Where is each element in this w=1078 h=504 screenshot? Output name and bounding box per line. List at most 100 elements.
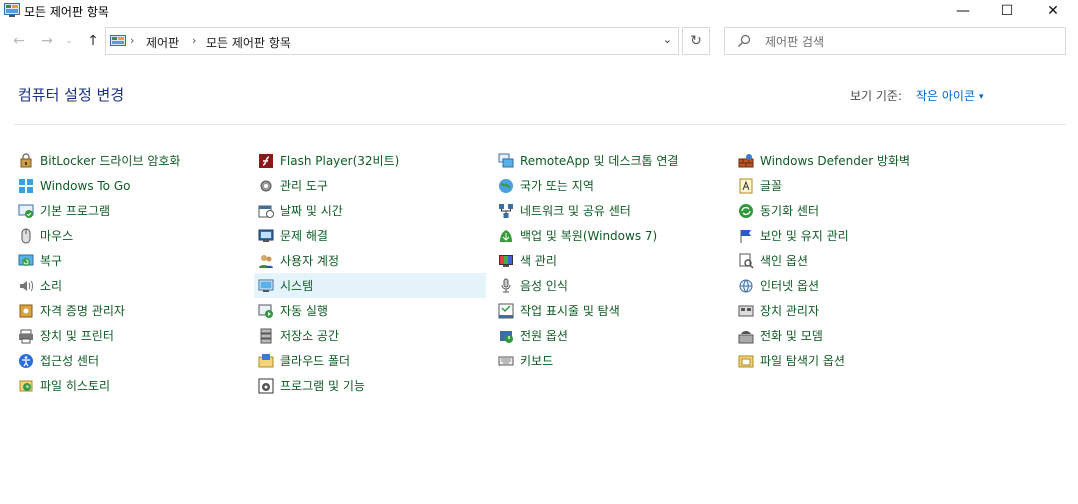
autoplay-icon: [257, 302, 275, 320]
security-maintenance-icon: [737, 227, 755, 245]
refresh-button[interactable]: ↻: [682, 27, 710, 55]
control-panel-item[interactable]: 장치 관리자: [734, 298, 966, 323]
control-panel-item[interactable]: Flash Player(32비트): [254, 148, 486, 173]
bitlocker-icon: [17, 152, 35, 170]
items-column-1: BitLocker 드라이브 암호화 Windows To Go 기본 프로그램 마우…: [14, 148, 246, 398]
speech-recognition-icon: [497, 277, 515, 295]
recent-locations-button[interactable]: ⌄: [64, 32, 74, 50]
control-panel-item-label: 전원 옵션: [520, 329, 568, 343]
region-icon: [497, 177, 515, 195]
control-panel-item[interactable]: 색 관리: [494, 248, 726, 273]
control-panel-item[interactable]: 자격 증명 관리자: [14, 298, 246, 323]
control-panel-item[interactable]: 파일 탐색기 옵션: [734, 348, 966, 373]
control-panel-item-label: 접근성 센터: [40, 354, 100, 368]
control-panel-item[interactable]: 파일 히스토리: [14, 373, 246, 398]
control-panel-item-label: 자격 증명 관리자: [40, 304, 125, 318]
control-panel-item[interactable]: Windows To Go: [14, 173, 246, 198]
control-panel-item[interactable]: 글꼴: [734, 173, 966, 198]
control-panel-item[interactable]: 전화 및 모뎀: [734, 323, 966, 348]
indexing-options-icon: [737, 252, 755, 270]
control-panel-item[interactable]: 국가 또는 지역: [494, 173, 726, 198]
search-box[interactable]: [724, 27, 1066, 55]
control-panel-item[interactable]: 문제 해결: [254, 223, 486, 248]
view-by-dropdown[interactable]: 작은 아이콘 ▾: [916, 87, 984, 104]
control-panel-item-label: 작업 표시줄 및 탐색: [520, 304, 620, 318]
maximize-icon: ☐: [1000, 3, 1014, 19]
search-input[interactable]: [763, 32, 1057, 52]
work-folders-icon: [257, 352, 275, 370]
control-panel-item[interactable]: 마우스: [14, 223, 246, 248]
control-panel-item[interactable]: 작업 표시줄 및 탐색: [494, 298, 726, 323]
chevron-down-icon: ⌄: [65, 36, 73, 46]
control-panel-item-label: 장치 관리자: [760, 304, 820, 318]
window-title: 모든 제어판 항목: [24, 5, 109, 19]
control-panel-item-label: BitLocker 드라이브 암호화: [40, 154, 181, 168]
control-panel-item[interactable]: 복구: [14, 248, 246, 273]
chevron-down-icon[interactable]: ⌄: [663, 33, 672, 46]
close-icon: ✕: [1047, 3, 1059, 19]
control-panel-item[interactable]: 음성 인식: [494, 273, 726, 298]
control-panel-item[interactable]: 사용자 계정: [254, 248, 486, 273]
control-panel-item[interactable]: 소리: [14, 273, 246, 298]
control-panel-item[interactable]: 저장소 공간: [254, 323, 486, 348]
control-panel-item[interactable]: 네트워크 및 공유 센터: [494, 198, 726, 223]
windows-to-go-icon: [17, 177, 35, 195]
control-panel-item-label: 음성 인식: [520, 279, 568, 293]
control-panel-item[interactable]: Windows Defender 방화벽: [734, 148, 966, 173]
title-bar: 모든 제어판 항목 — ☐ ✕: [0, 0, 1078, 22]
control-panel-item[interactable]: 보안 및 유지 관리: [734, 223, 966, 248]
control-panel-item[interactable]: 동기화 센터: [734, 198, 966, 223]
control-panel-item-label: 색 관리: [520, 254, 557, 268]
date-time-icon: [257, 202, 275, 220]
control-panel-item[interactable]: 전원 옵션: [494, 323, 726, 348]
troubleshooting-icon: [257, 227, 275, 245]
items-column-2: Flash Player(32비트) 관리 도구날짜 및 시간문제 해결사용자 계…: [254, 148, 486, 398]
recovery-icon: [17, 252, 35, 270]
up-button[interactable]: ↑: [84, 32, 102, 50]
back-button[interactable]: ←: [10, 32, 28, 50]
forward-button[interactable]: →: [38, 32, 56, 50]
control-panel-item-label: RemoteApp 및 데스크톱 연결: [520, 154, 679, 168]
breadcrumb-control-panel[interactable]: 제어판: [146, 34, 179, 51]
control-panel-item-label: 인터넷 옵션: [760, 279, 820, 293]
control-panel-item[interactable]: BitLocker 드라이브 암호화: [14, 148, 246, 173]
control-panel-icon: [110, 35, 126, 46]
control-panel-item[interactable]: 키보드: [494, 348, 726, 373]
control-panel-item[interactable]: 백업 및 복원(Windows 7): [494, 223, 726, 248]
control-panel-item-label: 색인 옵션: [760, 254, 808, 268]
control-panel-item[interactable]: 장치 및 프린터: [14, 323, 246, 348]
control-panel-item-label: 글꼴: [760, 179, 783, 193]
control-panel-item[interactable]: 관리 도구: [254, 173, 486, 198]
control-panel-item-label: Windows To Go: [40, 178, 131, 193]
control-panel-item[interactable]: 시스템: [254, 273, 486, 298]
power-options-icon: [497, 327, 515, 345]
maximize-button[interactable]: ☐: [984, 0, 1030, 22]
breadcrumb-all-items[interactable]: 모든 제어판 항목: [206, 34, 291, 51]
control-panel-item[interactable]: 클라우드 폴더: [254, 348, 486, 373]
breadcrumb-separator[interactable]: ›: [192, 34, 196, 47]
control-panel-item[interactable]: 접근성 센터: [14, 348, 246, 373]
control-panel-item[interactable]: 인터넷 옵션: [734, 273, 966, 298]
credential-manager-icon: [17, 302, 35, 320]
mouse-icon: [17, 227, 35, 245]
control-panel-item-label: 보안 및 유지 관리: [760, 229, 849, 243]
view-by-label: 보기 기준:: [850, 89, 903, 103]
control-panel-item-label: Windows Defender 방화벽: [760, 154, 911, 168]
minimize-button[interactable]: —: [940, 0, 986, 22]
close-button[interactable]: ✕: [1030, 0, 1076, 22]
control-panel-item[interactable]: 색인 옵션: [734, 248, 966, 273]
control-panel-item[interactable]: 기본 프로그램: [14, 198, 246, 223]
breadcrumb-separator[interactable]: ›: [130, 34, 134, 47]
view-by-value: 작은 아이콘: [916, 89, 976, 103]
control-panel-item[interactable]: 프로그램 및 기능: [254, 373, 486, 398]
navigation-bar: ← → ⌄ ↑ › 제어판 › 모든 제어판 항목 ⌄ ↻: [0, 26, 1078, 58]
control-panel-item-label: 문제 해결: [280, 229, 328, 243]
control-panel-item-label: 사용자 계정: [280, 254, 340, 268]
control-panel-item[interactable]: 자동 실행: [254, 298, 486, 323]
address-bar[interactable]: › 제어판 › 모든 제어판 항목 ⌄: [105, 27, 679, 55]
control-panel-item[interactable]: RemoteApp 및 데스크톱 연결: [494, 148, 726, 173]
system-icon: [257, 277, 275, 295]
control-panel-item-label: 날짜 및 시간: [280, 204, 343, 218]
control-panel-item[interactable]: 날짜 및 시간: [254, 198, 486, 223]
control-panel-item-label: 파일 히스토리: [40, 379, 111, 393]
